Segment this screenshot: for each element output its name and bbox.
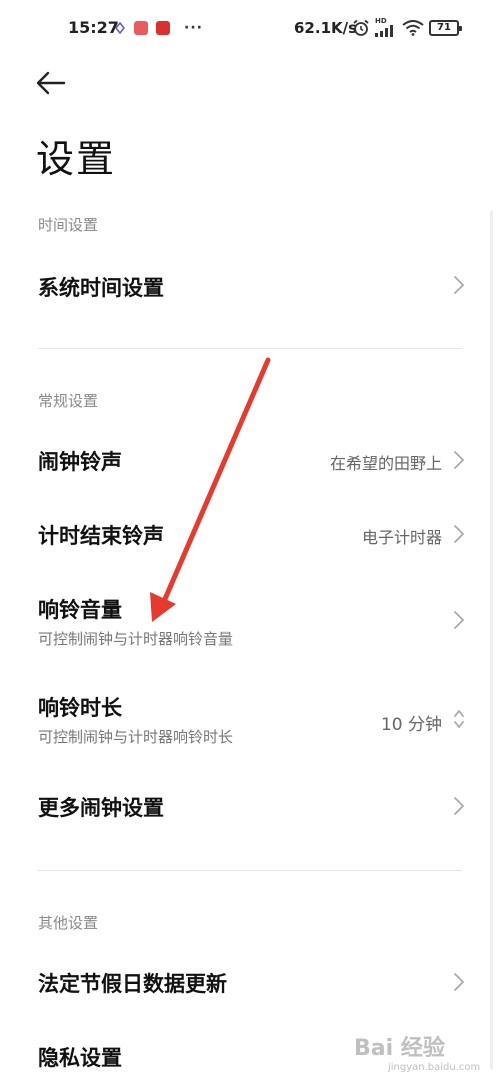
settings-item-subtitle: 可控制闹钟与计时器响铃音量 bbox=[38, 630, 234, 648]
battery-indicator: 71 bbox=[429, 19, 462, 36]
hd-label: HD bbox=[375, 17, 387, 25]
chevron-right-icon bbox=[454, 276, 465, 294]
status-system-icons: HD 71 bbox=[352, 18, 462, 37]
cellular-signal-icon bbox=[375, 25, 393, 37]
watermark-url: jingyan.baidu.com bbox=[388, 1062, 481, 1073]
chevron-right-icon bbox=[454, 611, 465, 629]
settings-item-system-time[interactable]: 系统时间设置 bbox=[0, 250, 500, 320]
settings-item-holiday-update[interactable]: 法定节假日数据更新 bbox=[0, 948, 500, 1014]
chevron-right-icon bbox=[454, 525, 465, 543]
settings-item-title: 响铃时长 bbox=[38, 696, 122, 720]
settings-item-title: 响铃音量 bbox=[38, 598, 122, 622]
alarm-clock-icon bbox=[353, 19, 369, 36]
settings-item-more-alarm[interactable]: 更多闹钟设置 bbox=[0, 772, 500, 838]
section-label-time: 时间设置 bbox=[38, 216, 99, 234]
app-notification-icon-1 bbox=[134, 21, 148, 35]
settings-item-subtitle: 可控制闹钟与计时器响铃时长 bbox=[38, 728, 234, 746]
settings-item-value: 10 分钟 bbox=[380, 715, 442, 735]
chevron-right-icon bbox=[454, 973, 465, 991]
settings-item-alarm-ringtone[interactable]: 闹钟铃声 在希望的田野上 bbox=[0, 428, 500, 494]
back-arrow-icon[interactable] bbox=[34, 68, 68, 98]
section-divider bbox=[38, 870, 462, 871]
chevron-right-icon bbox=[454, 797, 465, 815]
status-notification-icons: ··· bbox=[114, 20, 203, 36]
section-label-general: 常规设置 bbox=[38, 392, 99, 410]
page-title: 设置 bbox=[36, 137, 117, 181]
network-speed: 62.1K/s bbox=[294, 19, 358, 37]
settings-item-timer-ringtone[interactable]: 计时结束铃声 电子计时器 bbox=[0, 502, 500, 568]
cloud-sync-icon bbox=[114, 22, 126, 34]
settings-item-title: 更多闹钟设置 bbox=[38, 796, 164, 820]
updown-chevron-icon bbox=[454, 710, 464, 728]
settings-item-title: 法定节假日数据更新 bbox=[38, 972, 227, 996]
settings-item-title: 闹钟铃声 bbox=[38, 450, 122, 474]
status-bar: 15:27 ··· 62.1K/s HD 71 bbox=[0, 0, 500, 62]
wifi-icon bbox=[402, 19, 424, 36]
scrollbar[interactable] bbox=[490, 210, 493, 1070]
signal-group: HD bbox=[375, 18, 397, 37]
section-divider bbox=[38, 348, 462, 349]
settings-item-value: 电子计时器 bbox=[361, 528, 442, 547]
app-notification-icon-2 bbox=[156, 21, 170, 35]
section-label-other: 其他设置 bbox=[38, 914, 99, 932]
settings-item-title: 隐私设置 bbox=[38, 1046, 122, 1070]
chevron-right-icon bbox=[454, 451, 465, 469]
settings-item-ring-volume[interactable]: 响铃音量 可控制闹钟与计时器响铃音量 bbox=[0, 578, 500, 662]
settings-item-title: 计时结束铃声 bbox=[38, 524, 164, 548]
status-time: 15:27 bbox=[68, 18, 119, 37]
watermark-logo: Bai 经验 bbox=[354, 1036, 445, 1061]
settings-item-ring-duration[interactable]: 响铃时长 可控制闹钟与计时器响铃时长 10 分钟 bbox=[0, 676, 500, 760]
settings-item-title: 系统时间设置 bbox=[38, 276, 164, 300]
settings-item-value: 在希望的田野上 bbox=[329, 454, 442, 473]
more-notifications-icon: ··· bbox=[184, 20, 203, 36]
